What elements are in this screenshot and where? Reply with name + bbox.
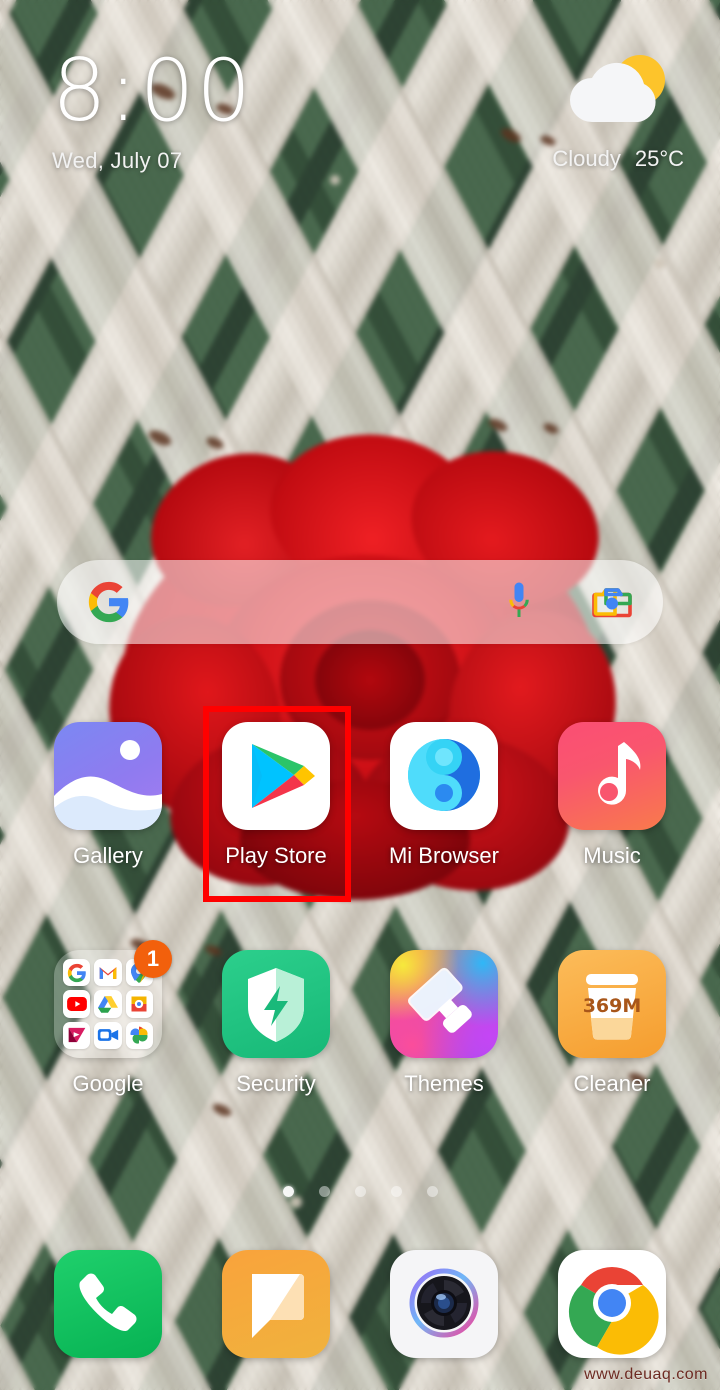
app-label: Google [72, 1071, 144, 1096]
mi-browser-icon[interactable] [390, 722, 498, 830]
play-movies-icon [63, 1021, 91, 1049]
clock-widget[interactable]: 8:00 Wed, July 07 [52, 48, 253, 174]
annotation-rectangle-play-store [203, 706, 351, 902]
page-indicator[interactable] [0, 1186, 720, 1197]
google-folder-icon[interactable]: 1 [54, 940, 172, 1058]
clock-date: Wed, July 07 [52, 148, 183, 173]
wallpaper [0, 0, 720, 1390]
app-label: Mi Browser [388, 843, 499, 868]
gallery-icon[interactable] [54, 722, 162, 830]
app-label: Security [236, 1071, 316, 1096]
app-label: Gallery [73, 843, 143, 868]
dock-app-chrome[interactable] [528, 1250, 696, 1371]
messages-icon[interactable] [222, 1250, 330, 1358]
app-folder-google[interactable]: 1 Google [24, 940, 192, 1097]
wallpaper-blur [0, 0, 720, 1390]
podcasts-icon [125, 990, 153, 1018]
google-lens-camera-icon[interactable] [591, 583, 633, 621]
sun-behind-cloud-icon [564, 52, 684, 136]
site-watermark: www.deuaq.com [584, 1366, 708, 1383]
weather-temperature: 25°C [634, 146, 684, 171]
app-gallery[interactable]: Gallery [24, 722, 192, 869]
weather-condition: Cloudy [552, 146, 621, 171]
meet-icon [94, 1021, 122, 1049]
app-music[interactable]: Music [528, 722, 696, 869]
folder-notification-badge: 1 [134, 940, 172, 978]
page-dot-3[interactable] [354, 1186, 366, 1197]
app-grid-row-1: Gallery Play Store Mi Browser Music [0, 722, 720, 869]
chrome-icon[interactable] [558, 1250, 666, 1358]
app-label: Themes [404, 1071, 484, 1096]
google-g-icon [87, 580, 131, 624]
page-dot-4[interactable] [390, 1186, 402, 1197]
page-dot-1[interactable] [282, 1186, 294, 1197]
app-cleaner[interactable]: 369M Cleaner [528, 950, 696, 1097]
page-dot-2[interactable] [318, 1186, 330, 1197]
cleaner-trash-icon[interactable]: 369M [558, 950, 666, 1058]
app-label: Music [583, 843, 641, 868]
youtube-icon [63, 990, 91, 1018]
phone-icon[interactable] [54, 1250, 162, 1358]
app-themes[interactable]: Themes [360, 950, 528, 1097]
cleaner-size-text: 369M [583, 995, 642, 1017]
gmail-icon [94, 959, 122, 987]
weather-widget[interactable]: Cloudy 25°C [552, 52, 684, 172]
themes-brush-icon[interactable] [390, 950, 498, 1058]
app-mi-browser[interactable]: Mi Browser [360, 722, 528, 869]
app-security[interactable]: Security [192, 950, 360, 1097]
clock-time: 8:00 [52, 41, 254, 141]
music-icon[interactable] [558, 722, 666, 830]
weather-text: Cloudy 25°C [552, 146, 684, 172]
dock-app-camera[interactable] [360, 1250, 528, 1371]
camera-icon[interactable] [390, 1250, 498, 1358]
dock-app-messages[interactable] [192, 1250, 360, 1371]
google-search-bar[interactable] [57, 560, 663, 644]
microphone-icon[interactable] [501, 579, 537, 625]
security-shield-icon[interactable] [222, 950, 330, 1058]
app-grid-row-2: 1 Google Security Themes 369M Cleaner [0, 940, 720, 1097]
dock [0, 1250, 720, 1371]
dock-app-phone[interactable] [24, 1250, 192, 1371]
photos-icon [125, 1021, 153, 1049]
drive-icon [94, 990, 122, 1018]
google-icon [63, 959, 91, 987]
app-label: Cleaner [573, 1071, 651, 1096]
page-dot-5[interactable] [426, 1186, 438, 1197]
